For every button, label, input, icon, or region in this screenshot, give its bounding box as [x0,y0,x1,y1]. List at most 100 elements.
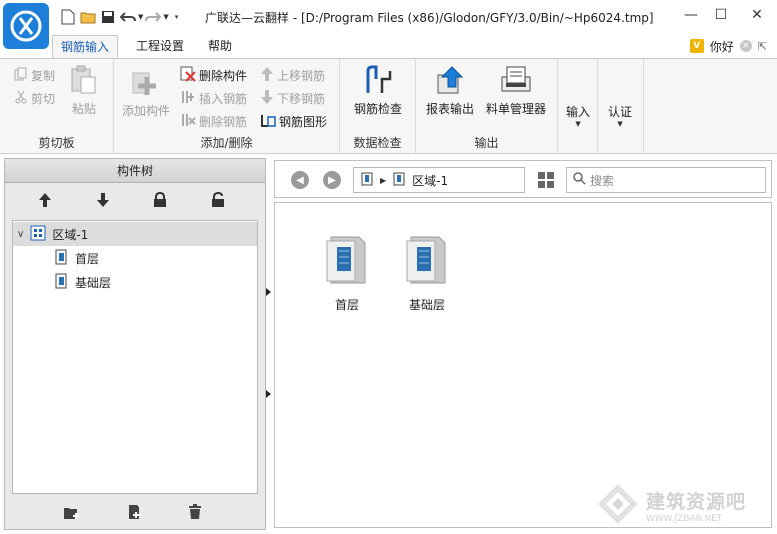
save-icon[interactable] [98,7,118,27]
certify-dropdown-icon: ▼ [617,120,623,128]
report-output-button[interactable]: 报表输出 [426,65,474,117]
paste-icon [70,65,98,98]
maximize-button[interactable]: ☐ [704,0,738,30]
new-file-icon[interactable] [58,7,78,27]
copy-icon [14,67,28,84]
paste-button[interactable]: 粘贴 [70,65,98,117]
splitter-arrow-icon[interactable] [266,390,271,398]
clipboard-group: 复制 剪切 粘贴 剪切板 [0,59,114,154]
breadcrumb-separator-icon: ▶ [380,175,387,185]
forward-arrow-icon[interactable]: ▶ [323,171,341,189]
clipboard-group-label: 剪切板 [38,136,75,150]
delete-rebar-icon [180,112,196,131]
component-tree-panel: 构件树 ∨ 区域-1 首层 基础层 [4,158,266,530]
data-check-group-label: 数据检查 [353,136,402,150]
panel-splitter[interactable] [266,158,274,530]
arrow-up-icon [260,66,274,85]
watermark-logo-icon [596,482,640,529]
minimize-button[interactable]: — [674,0,708,30]
rebar-shape-icon [260,112,276,131]
grid-view-icon[interactable] [538,172,554,188]
delete-component-icon [180,66,196,85]
floor-icon [53,249,69,268]
report-output-icon [434,65,466,98]
tree-node-first-floor[interactable]: 首层 [13,246,99,270]
floor-icon [360,172,374,189]
certify-dropdown[interactable]: 认证 ▼ [608,103,632,128]
region-icon [30,225,46,244]
move-down-rebar-button[interactable]: 下移钢筋 [260,88,325,108]
expand-chevron-icon[interactable]: ∨ [17,229,24,240]
tree-node-foundation-floor[interactable]: 基础层 [13,270,111,294]
move-up-icon[interactable] [35,190,55,210]
component-tree-title: 构件树 [5,159,265,183]
material-manager-button[interactable]: 料单管理器 [486,65,546,117]
path-breadcrumb[interactable]: ▶ 区域-1 [353,167,525,193]
quick-access-toolbar: ▼ ▼ ▾ [58,7,178,27]
cut-button[interactable]: 剪切 [14,88,55,108]
app-logo[interactable] [3,3,49,49]
undo-icon[interactable] [118,7,138,27]
rebar-shape-button[interactable]: 钢筋图形 [260,111,327,131]
move-up-rebar-button[interactable]: 上移钢筋 [260,65,325,85]
add-component-icon [131,67,161,100]
user-area: V 你好 × ⇱ [689,34,777,58]
add-component-button[interactable]: 添加构件 [122,67,170,119]
import-dropdown-icon: ▼ [575,120,581,128]
open-folder-icon[interactable] [78,7,98,27]
tab-help[interactable]: 帮助 [200,35,240,58]
floor-folder-icon [325,235,369,288]
insert-rebar-icon [180,89,196,108]
search-icon [573,172,586,188]
redo-icon[interactable] [143,7,163,27]
tab-project-settings[interactable]: 工程设置 [128,35,192,58]
add-floor-icon[interactable] [62,502,82,522]
import-dropdown[interactable]: 输入 ▼ [566,103,590,128]
delete-rebar-button[interactable]: 删除钢筋 [180,111,247,131]
close-button[interactable]: ✕ [740,0,774,30]
rebar-check-button[interactable]: 钢筋检查 [354,65,402,117]
ribbon: 复制 剪切 粘贴 剪切板 添加构件 删除构件 插入钢筋 删除钢筋 上移钢筋 下移… [0,58,777,154]
lock-icon[interactable] [150,190,170,210]
search-input[interactable]: 搜索 [566,167,766,193]
tree-bottom-toolbar [5,495,265,529]
tree-node-region[interactable]: ∨ 区域-1 [13,222,257,246]
move-down-icon[interactable] [93,190,113,210]
back-arrow-icon[interactable]: ◀ [291,171,309,189]
add-component-tree-icon[interactable] [124,502,144,522]
content-item-first-floor[interactable]: 首层 [317,235,377,313]
content-item-foundation-floor[interactable]: 基础层 [397,235,457,313]
vip-badge-icon[interactable]: V [689,39,704,53]
tab-rebar-input[interactable]: 钢筋输入 [52,35,119,58]
add-delete-group-label: 添加/删除 [200,136,253,150]
unlock-icon[interactable] [208,190,228,210]
user-greeting[interactable]: 你好 [710,38,734,55]
redo-dropdown-icon[interactable]: ▼ [163,13,168,21]
insert-rebar-button[interactable]: 插入钢筋 [180,88,247,108]
window-title: 广联达—云翻样 - [D:/Program Files (x86)/Glodon… [205,11,654,25]
import-group: 输入 ▼ [558,59,598,154]
region-icon [392,172,406,189]
collapse-ribbon-icon[interactable]: ⇱ [758,40,767,53]
add-delete-group: 添加构件 删除构件 插入钢筋 删除钢筋 上移钢筋 下移钢筋 钢筋图形 添加/删除 [114,59,340,154]
output-group: 报表输出 料单管理器 输出 [416,59,558,154]
splitter-arrow-icon[interactable] [266,288,271,296]
close-circle-icon[interactable]: × [739,40,752,52]
floor-icon [53,273,69,292]
copy-button[interactable]: 复制 [14,65,55,85]
watermark-cn: 建筑资源吧 [646,490,747,513]
scissors-icon [14,90,28,107]
certify-group: 认证 ▼ [598,59,644,154]
data-check-group: 钢筋检查 数据检查 [340,59,416,154]
arrow-down-icon [260,89,274,108]
watermark: 建筑资源吧 WWW.JZBAR.NET [596,480,772,530]
material-manager-icon [500,65,532,98]
ribbon-tabs: 钢筋输入 工程设置 帮助 V 你好 × ⇱ [0,34,777,58]
delete-component-button[interactable]: 删除构件 [180,65,247,85]
component-tree: ∨ 区域-1 首层 基础层 [12,220,258,494]
customize-toolbar-icon[interactable]: ▾ [175,13,179,21]
trash-icon[interactable] [185,502,205,522]
rebar-check-icon [362,65,394,98]
floor-folder-icon [405,235,449,288]
navigation-bar: ◀ ▶ ▶ 区域-1 搜索 [274,160,772,198]
